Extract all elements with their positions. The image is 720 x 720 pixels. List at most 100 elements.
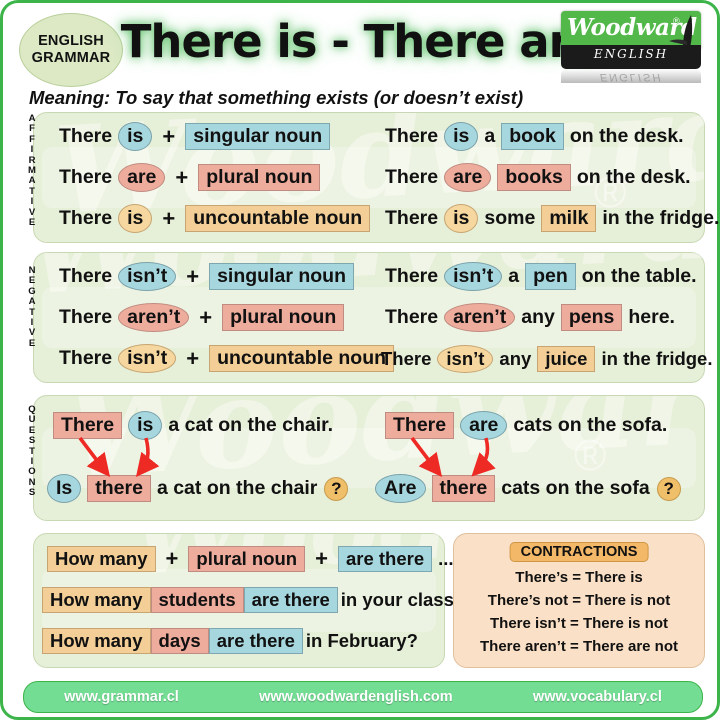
tail-text: a cat on the chair — [156, 477, 318, 499]
meaning-text: To say that something exists (or doesn’t… — [115, 87, 524, 108]
negative-section: Woodward There isn’t + singular noun The… — [33, 252, 712, 383]
affirmative-vertical-label: AFFIRMATIVE — [25, 113, 39, 228]
noun-chip: milk — [541, 205, 597, 232]
negative-formula-1: There isn’t + singular noun — [56, 262, 357, 291]
tail-text: here. — [628, 306, 675, 328]
vlabel-text: NEGATIVE — [28, 265, 36, 349]
verb-chip: isn’t — [118, 344, 177, 373]
negative-example-2: There aren’t any pens here. — [382, 303, 678, 332]
there-word: There — [59, 166, 113, 188]
there-chip: there — [87, 475, 151, 502]
affirmative-example-2: There are books on the desk. — [382, 163, 694, 192]
affirmative-formula-2: There are + plural noun — [56, 163, 323, 192]
are-there-chip: are there — [208, 628, 303, 654]
footer-link-woodwardenglish[interactable]: www.woodwardenglish.com — [259, 689, 453, 705]
there-word: There — [59, 207, 113, 229]
meaning-label: Meaning: — [29, 87, 111, 108]
verb-chip: is — [118, 122, 153, 151]
footer-link-grammar[interactable]: www.grammar.cl — [64, 689, 179, 705]
verb-chip: Are — [375, 474, 426, 503]
tail-text: on the table. — [581, 265, 697, 287]
how-many-section: Woodward How many + plural noun + are th… — [33, 533, 470, 668]
noun-chip: singular noun — [209, 263, 354, 290]
verb-chip: isn’t — [444, 262, 503, 291]
arrow-are-down-right-2 — [471, 437, 496, 477]
noun-chip: students — [150, 587, 244, 613]
noun-chip: uncountable noun — [185, 205, 371, 232]
affirmative-section: Woodward ® There is + singular noun Ther… — [33, 112, 719, 243]
arrow-is-down-right — [135, 437, 160, 478]
woodward-english-logo: Woodward ® ENGLISH ENGLISH — [561, 11, 701, 83]
article-word: a — [508, 265, 520, 287]
negative-formula-3: There isn’t + uncountable noun — [56, 344, 397, 373]
how-many-chip: How many — [42, 587, 151, 613]
questions-vertical-label: QUESTIONS — [25, 404, 39, 499]
contraction-line: There aren’t = There are not — [480, 638, 678, 655]
fern-leaf-icon — [665, 15, 693, 69]
verb-chip: aren’t — [118, 303, 190, 332]
tail-text: cats on the sofa. — [513, 414, 668, 436]
noun-chip: plural noun — [198, 164, 321, 191]
how-many-example-2: How many days are there in February? — [42, 628, 421, 654]
footer-link-vocabulary[interactable]: www.vocabulary.cl — [533, 689, 662, 705]
tail-text: a cat on the chair. — [168, 414, 334, 436]
question-left-question: Is there a cat on the chair ? — [44, 474, 349, 503]
footer-links-bar: www.grammar.cl www.woodwardenglish.com w… — [23, 681, 703, 713]
tail-text: in your class? — [340, 589, 466, 610]
plus-sign: + — [162, 205, 176, 231]
verb-chip: is — [128, 411, 163, 440]
noun-chip: book — [501, 123, 564, 150]
there-word: There — [59, 306, 113, 328]
poster: ENGLISH GRAMMAR There is - There are Woo… — [0, 0, 720, 720]
noun-chip: juice — [537, 346, 596, 372]
are-there-chip: are there — [337, 546, 433, 572]
verb-chip: is — [444, 204, 479, 233]
there-word: There — [59, 265, 113, 287]
there-chip: There — [385, 412, 455, 439]
affirmative-example-3: There is some milk in the fridge. — [382, 204, 720, 233]
contraction-line: There isn’t = There is not — [490, 615, 668, 632]
there-word: There — [385, 265, 439, 287]
verb-chip: are — [118, 163, 166, 192]
plus-sign: + — [315, 546, 328, 571]
noun-chip: plural noun — [188, 546, 306, 572]
tail-text: in February? — [305, 630, 418, 651]
question-mark-icon: ? — [656, 476, 681, 501]
tail-text: cats on the sofa — [501, 477, 650, 499]
how-many-chip: How many — [42, 628, 151, 654]
question-right-statement: There are cats on the sofa. — [382, 411, 670, 440]
verb-chip: isn’t — [437, 345, 494, 373]
question-right-question: Are there cats on the sofa ? — [372, 474, 681, 503]
plus-sign: + — [186, 345, 200, 371]
contractions-title: CONTRACTIONS — [509, 542, 649, 562]
noun-chip: books — [497, 164, 571, 191]
negative-example-3: There isn’t any juice in the fridge. — [378, 345, 715, 373]
tail-text: on the desk. — [569, 125, 684, 147]
affirmative-example-1: There is a book on the desk. — [382, 122, 687, 151]
noun-chip: pens — [560, 304, 623, 331]
negative-example-1: There isn’t a pen on the table. — [382, 262, 700, 291]
are-there-chip: are there — [243, 587, 338, 613]
there-word: There — [385, 207, 439, 229]
there-word: There — [59, 347, 113, 369]
verb-chip: are — [444, 163, 492, 192]
meaning-line: Meaning: To say that something exists (o… — [29, 87, 523, 109]
affirmative-formula-3: There is + uncountable noun — [56, 204, 373, 233]
there-word: There — [385, 166, 439, 188]
there-chip: there — [431, 475, 496, 502]
tail-text: in the fridge. — [601, 348, 713, 369]
negative-formula-2: There aren’t + plural noun — [56, 303, 347, 332]
how-many-example-1: How many students are there in your clas… — [42, 587, 468, 613]
negative-vertical-label: NEGATIVE — [25, 265, 39, 349]
plus-sign: + — [165, 546, 179, 571]
question-left-statement: There is a cat on the chair. — [50, 411, 336, 440]
how-many-chip: How many — [47, 546, 156, 572]
contraction-line: There’s not = There is not — [487, 592, 671, 609]
noun-chip: uncountable noun — [209, 345, 395, 372]
arrow-there-down-left-2 — [410, 436, 443, 478]
verb-chip: Is — [47, 474, 82, 503]
noun-chip: pen — [525, 263, 576, 290]
noun-chip: singular noun — [185, 123, 331, 150]
there-word: There — [385, 125, 439, 147]
plus-sign: + — [199, 304, 213, 330]
